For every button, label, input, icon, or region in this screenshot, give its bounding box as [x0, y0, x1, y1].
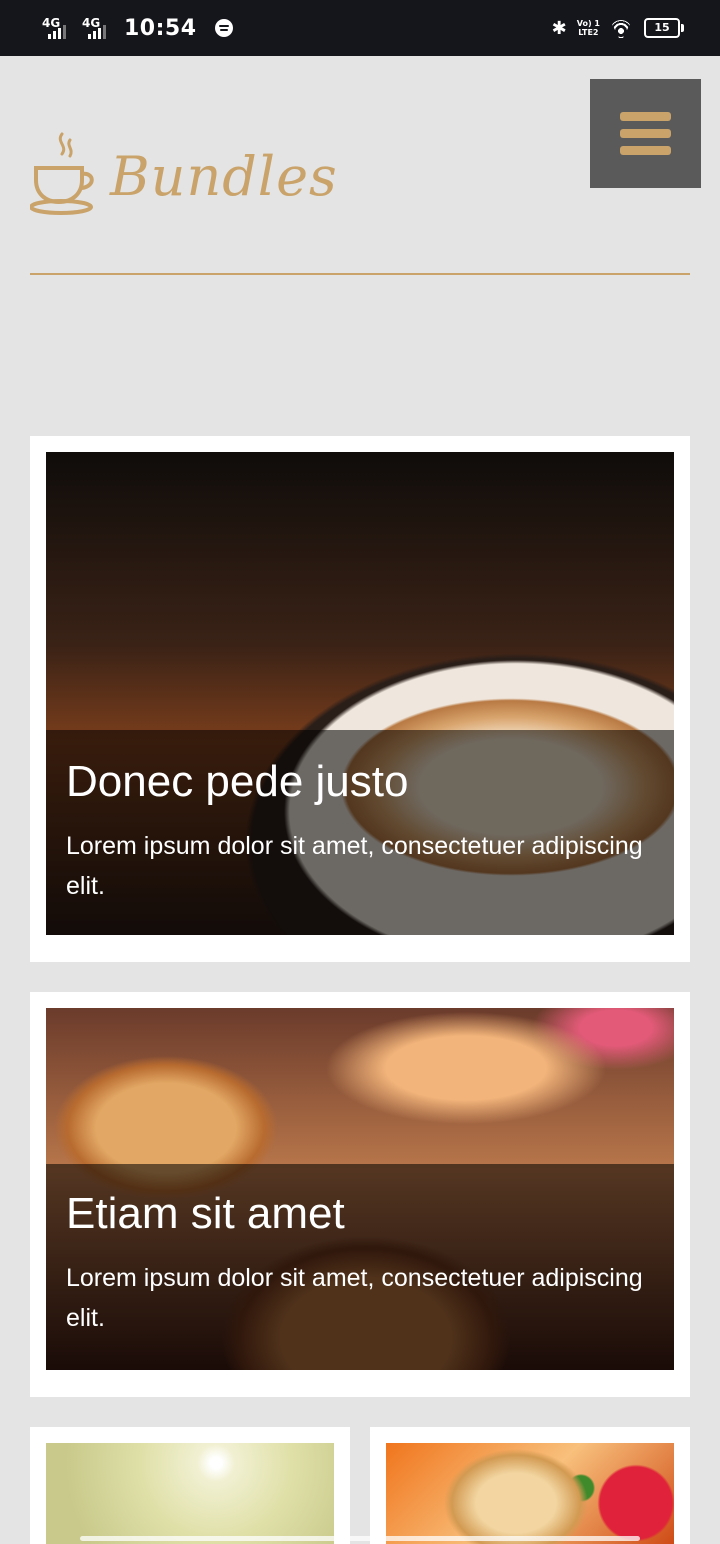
pasta-image	[386, 1443, 674, 1544]
card-title: Etiam sit amet	[66, 1189, 345, 1238]
card-caption: Etiam sit amet Lorem ipsum dolor sit ame…	[46, 1164, 674, 1370]
volte-icon: Vo) 1 LTE2	[577, 19, 600, 37]
hamburger-menu-icon	[620, 146, 671, 155]
hamburger-menu-icon	[620, 129, 671, 138]
site-logo[interactable]: Bundles	[30, 132, 338, 216]
feature-card[interactable]: Etiam sit amet Lorem ipsum dolor sit ame…	[30, 992, 690, 1397]
menu-button[interactable]	[590, 79, 701, 188]
card-caption: Donec pede justo Lorem ipsum dolor sit a…	[46, 730, 674, 935]
status-time: 10:54	[124, 15, 197, 41]
battery-icon: 15	[644, 18, 684, 38]
spotify-icon	[214, 19, 233, 37]
brand-name: Bundles	[110, 145, 338, 208]
feature-card[interactable]	[370, 1427, 690, 1544]
pastry-image: Etiam sit amet Lorem ipsum dolor sit ame…	[46, 1008, 674, 1370]
card-text: Lorem ipsum dolor sit amet, consectetuer…	[66, 1264, 643, 1332]
lemon-image	[46, 1443, 334, 1544]
hamburger-menu-icon	[620, 112, 671, 121]
status-bar-left: 4G 4G 10:54	[40, 12, 233, 44]
wifi-icon	[610, 18, 634, 38]
header-divider	[30, 273, 690, 275]
coffee-image: Donec pede justo Lorem ipsum dolor sit a…	[46, 452, 674, 935]
card-title: Donec pede justo	[66, 757, 409, 806]
bluetooth-icon: ✱	[551, 17, 567, 39]
status-bar-right: ✱ Vo) 1 LTE2 15	[551, 14, 684, 42]
gesture-navigation-bar[interactable]	[80, 1536, 640, 1541]
feature-card[interactable]: Donec pede justo Lorem ipsum dolor sit a…	[30, 436, 690, 962]
status-bar: 4G 4G 10:54 ✱ Vo) 1 LTE2 15	[0, 0, 720, 56]
signal-sim1-icon: 4G	[40, 14, 74, 42]
card-text: Lorem ipsum dolor sit amet, consectetuer…	[66, 832, 643, 900]
volte-label-top: Vo) 1	[576, 19, 600, 28]
signal-sim2-icon: 4G	[80, 14, 114, 42]
volte-label-bottom: LTE2	[578, 28, 599, 37]
feature-card[interactable]	[30, 1427, 350, 1544]
battery-level: 15	[654, 21, 670, 34]
coffee-cup-icon	[30, 132, 94, 215]
